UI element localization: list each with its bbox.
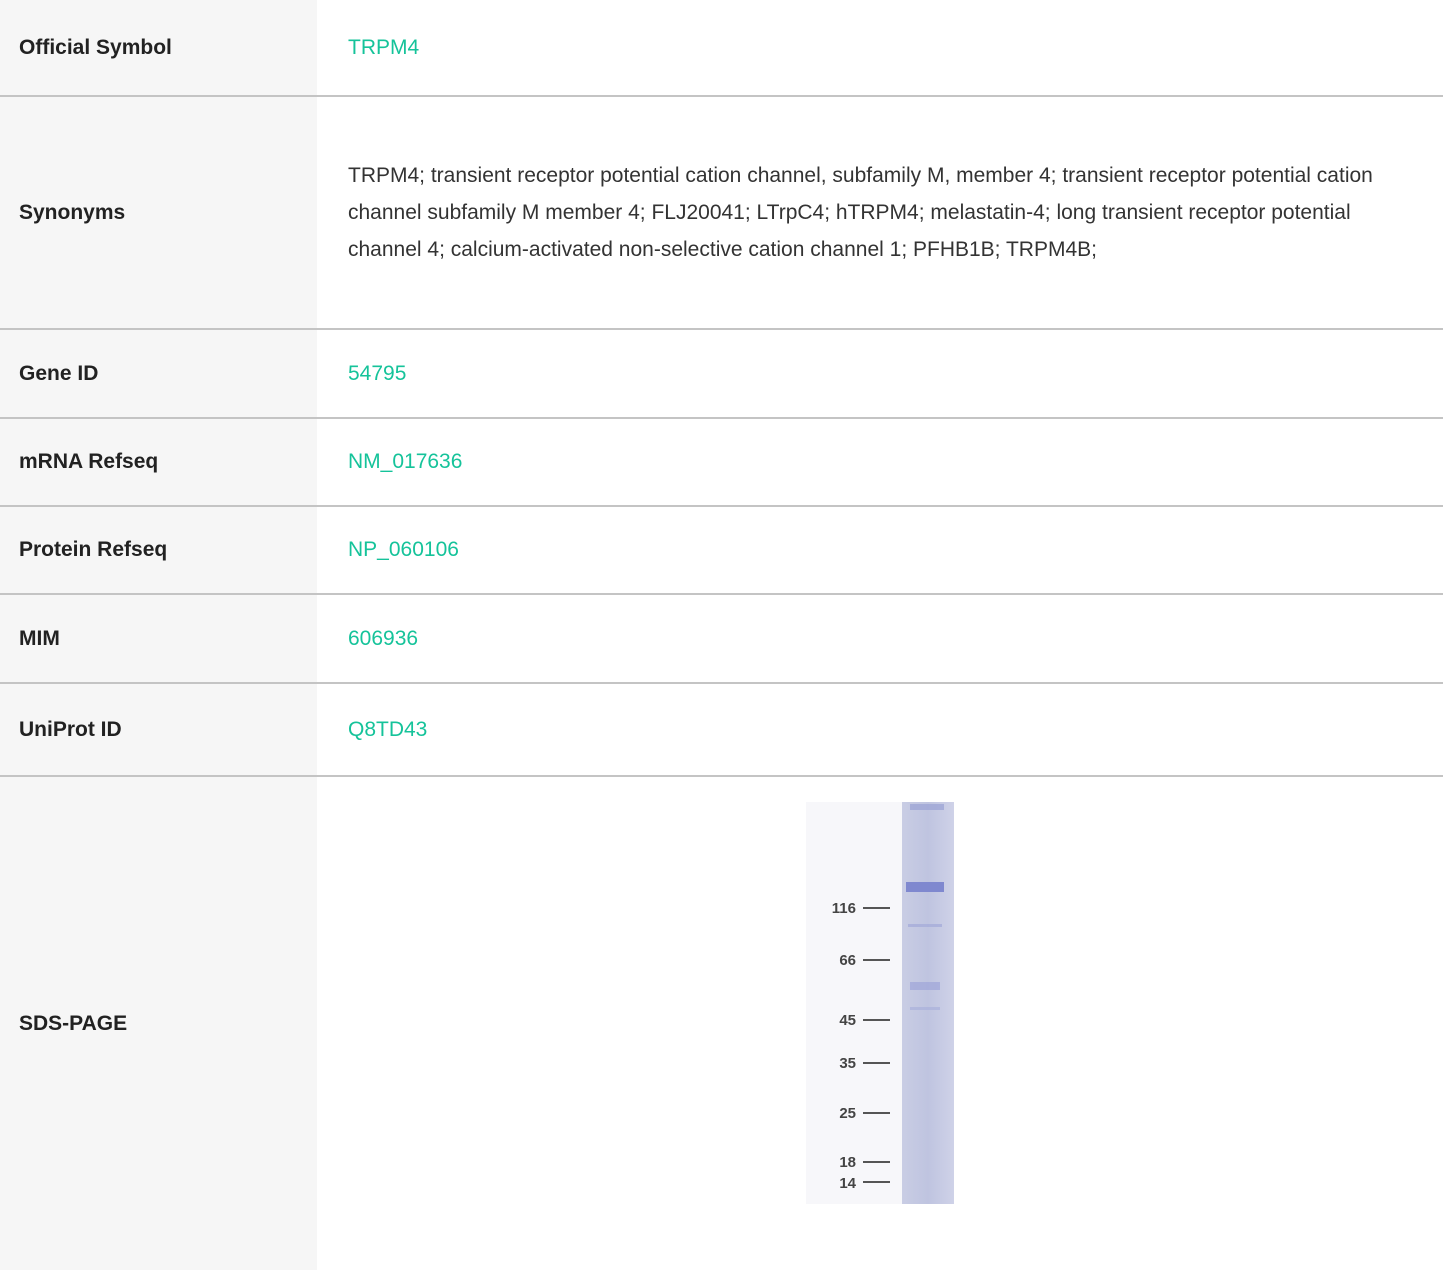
marker-label: 116: [832, 900, 856, 917]
row-gene-id: Gene ID 54795: [0, 329, 1443, 419]
mim-link[interactable]: 606936: [317, 594, 1443, 684]
protein-refseq-link[interactable]: NP_060106: [317, 506, 1443, 595]
gene-id-link[interactable]: 54795: [317, 329, 1443, 419]
row-mim: MIM 606936: [0, 594, 1443, 684]
marker-label: 35: [839, 1055, 856, 1072]
marker-label: 14: [839, 1175, 856, 1192]
gene-info-table: Official Symbol TRPM4 Synonyms TRPM4; tr…: [0, 0, 1443, 1270]
row-official-symbol: Official Symbol TRPM4: [0, 0, 1443, 97]
uniprot-id-link[interactable]: Q8TD43: [317, 683, 1443, 777]
row-sds-page: SDS-PAGE 116 66 45 35 25 18 14: [0, 776, 1443, 1270]
gel-lane: [902, 802, 954, 1204]
gel-band-main: [906, 882, 944, 892]
synonyms-label: Synonyms: [0, 96, 317, 330]
gene-id-label: Gene ID: [0, 329, 317, 419]
marker-label: 66: [839, 952, 856, 969]
row-uniprot-id: UniProt ID Q8TD43: [0, 683, 1443, 777]
marker-label: 18: [839, 1154, 856, 1171]
row-protein-refseq: Protein Refseq NP_060106: [0, 506, 1443, 595]
marker-label: 25: [839, 1105, 856, 1122]
row-mrna-refseq: mRNA Refseq NM_017636: [0, 418, 1443, 507]
sds-page-label: SDS-PAGE: [0, 776, 317, 1270]
mim-label: MIM: [0, 594, 317, 684]
mrna-refseq-label: mRNA Refseq: [0, 418, 317, 507]
row-synonyms: Synonyms TRPM4; transient receptor poten…: [0, 96, 1443, 330]
synonyms-value: TRPM4; transient receptor potential cati…: [317, 96, 1443, 330]
sds-page-image-cell: 116 66 45 35 25 18 14: [317, 776, 1443, 1270]
protein-refseq-label: Protein Refseq: [0, 506, 317, 595]
official-symbol-label: Official Symbol: [0, 0, 317, 97]
uniprot-id-label: UniProt ID: [0, 683, 317, 777]
sds-page-gel-image: 116 66 45 35 25 18 14: [806, 802, 954, 1210]
mrna-refseq-link[interactable]: NM_017636: [317, 418, 1443, 507]
marker-label: 45: [839, 1012, 856, 1029]
official-symbol-link[interactable]: TRPM4: [317, 0, 1443, 97]
